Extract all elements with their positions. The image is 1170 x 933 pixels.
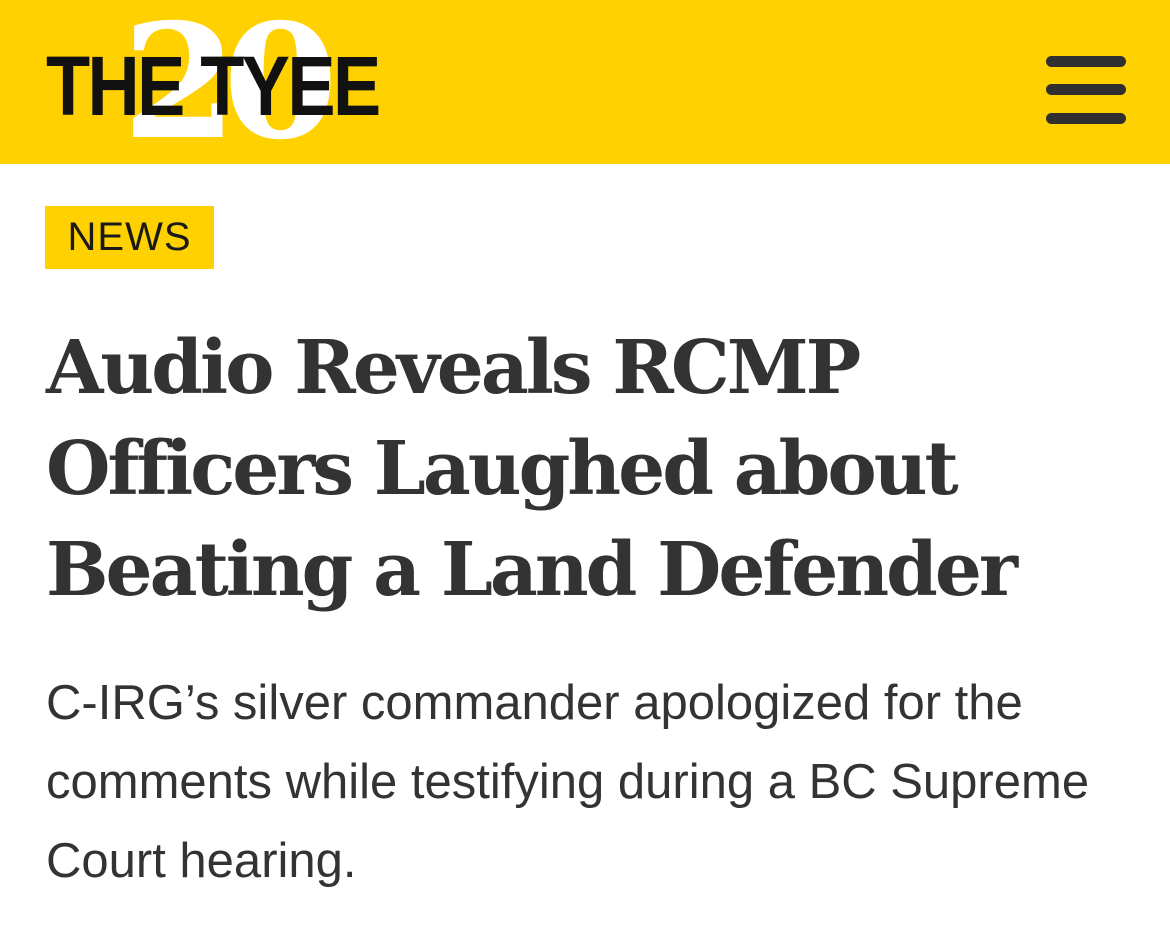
site-header: 20 THE TYEE	[0, 0, 1170, 164]
article-headline: Audio Reveals RCMP Officers Laughed abou…	[46, 325, 1018, 613]
logo-wordmark: THE TYEE	[46, 39, 381, 133]
category-badge[interactable]: NEWS	[45, 206, 214, 269]
menu-bar	[1046, 84, 1126, 95]
site-logo[interactable]: 20 THE TYEE	[46, 4, 406, 162]
article-dek: C-IRG’s silver commander apologized for …	[46, 676, 1090, 888]
menu-bar	[1046, 113, 1126, 124]
menu-bar	[1046, 56, 1126, 67]
hamburger-menu-icon[interactable]	[1046, 56, 1126, 124]
